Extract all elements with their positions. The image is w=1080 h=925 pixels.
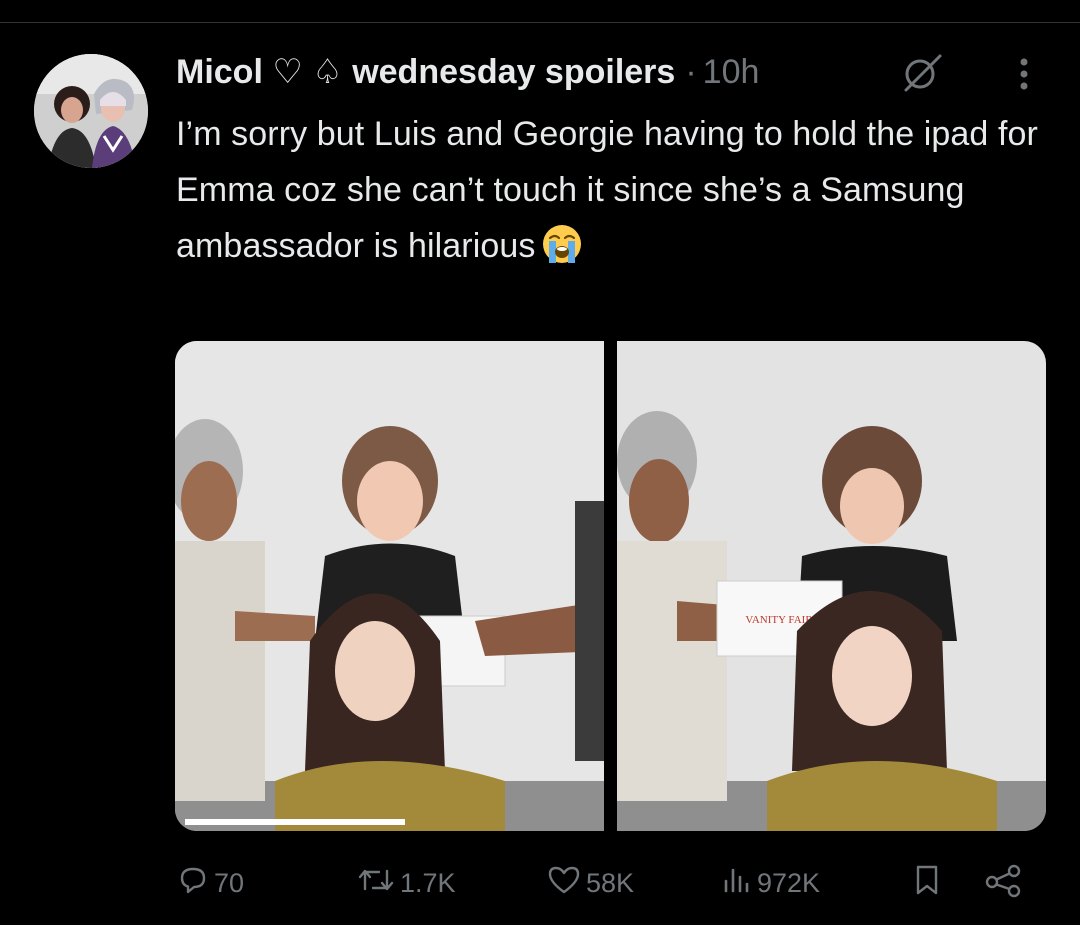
tweet-photo-2[interactable]: VANITY FAIR (617, 341, 1046, 831)
views-icon (721, 863, 757, 904)
share-icon (984, 862, 1028, 905)
avatar[interactable] (34, 54, 148, 168)
like-button[interactable]: 58K (546, 858, 634, 908)
share-button[interactable] (984, 858, 1028, 908)
views-button[interactable]: 972K (721, 858, 820, 908)
tweet-text: I’m sorry but Luis and Georgie having to… (176, 106, 1056, 274)
grok-icon[interactable] (900, 50, 944, 94)
tweet-actions: 70 1.7K 58K 972K (176, 858, 1036, 908)
repost-icon (356, 863, 400, 904)
bookmark-button[interactable] (910, 858, 948, 908)
like-count: 58K (586, 867, 635, 898)
reply-icon (176, 863, 214, 904)
media-grid: VANITY FAIR (175, 341, 1046, 831)
repost-count: 1.7K (400, 867, 456, 898)
header-separator: · (685, 52, 697, 91)
tweet-body: I’m sorry but Luis and Georgie having to… (176, 115, 1038, 265)
author-display-name[interactable]: Micol ♡ ♤ wednesday spoilers (176, 52, 675, 92)
repost-button[interactable]: 1.7K (356, 858, 456, 908)
views-count: 972K (757, 867, 821, 898)
reply-button[interactable]: 70 (176, 858, 244, 908)
tweet-header: Micol ♡ ♤ wednesday spoilers · 10h (176, 50, 759, 94)
vanity-fair-sign: VANITY FAIR (745, 614, 813, 626)
top-divider (0, 22, 1080, 23)
loudly-crying-face-icon (541, 223, 583, 265)
tweet-photo-1[interactable] (175, 341, 604, 831)
tweet-timestamp[interactable]: 10h (703, 53, 760, 92)
reply-count: 70 (214, 867, 245, 898)
more-icon[interactable] (1004, 52, 1044, 96)
like-icon (546, 863, 586, 904)
bookmark-icon (910, 862, 948, 905)
